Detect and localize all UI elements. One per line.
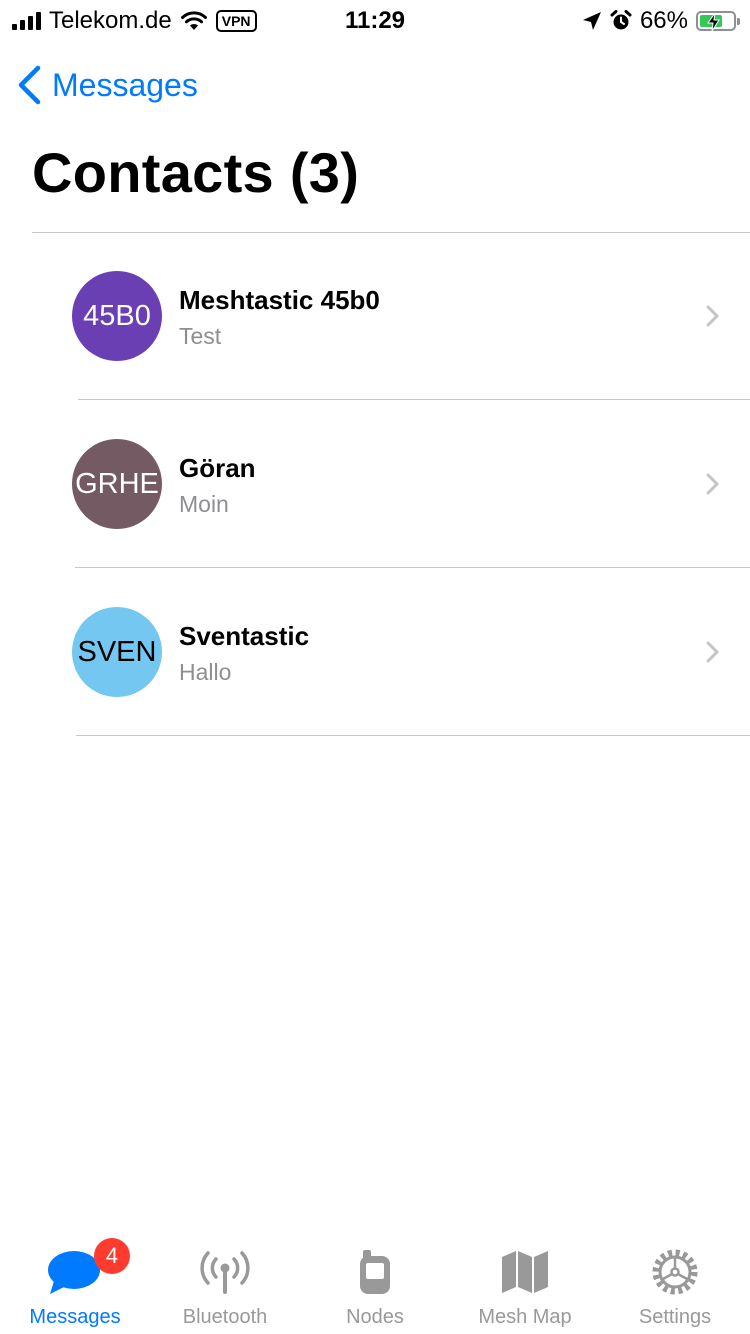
message-preview: Test (179, 323, 222, 349)
status-bar: Telekom.de VPN 11:29 66% (0, 0, 750, 40)
battery-charging-icon (696, 11, 740, 32)
message-preview: Moin (179, 491, 229, 517)
avatar: GRHE (72, 439, 162, 529)
status-bar-right: 66% (582, 6, 740, 36)
divider (76, 735, 750, 736)
chevron-right-icon (706, 641, 719, 663)
chevron-left-icon (18, 65, 41, 105)
tab-messages[interactable]: 4 Messages (0, 1234, 150, 1334)
avatar: 45B0 (72, 271, 162, 361)
contact-name: Sventastic (179, 621, 310, 651)
tab-bluetooth[interactable]: Bluetooth (150, 1234, 300, 1334)
tab-mesh-map[interactable]: Mesh Map (450, 1234, 600, 1334)
divider (78, 399, 750, 400)
tab-label: Messages (29, 1306, 121, 1328)
alarm-icon (610, 10, 632, 30)
contact-name: Göran (179, 453, 256, 483)
avatar: SVEN (72, 607, 162, 697)
contact-row[interactable]: GRHE Göran Moin (0, 401, 750, 568)
device-icon (345, 1246, 405, 1298)
gear-icon (645, 1246, 705, 1298)
tab-label: Nodes (346, 1306, 404, 1328)
battery-percentage: 66% (639, 7, 688, 34)
unread-badge: 4 (94, 1238, 130, 1274)
tab-label: Mesh Map (478, 1306, 572, 1328)
message-preview: Hallo (179, 659, 232, 685)
divider (75, 567, 750, 568)
location-arrow-icon (582, 12, 601, 30)
tab-bar: 4 Messages Bluetooth Nodes Mesh Map Sett… (0, 1234, 750, 1334)
tab-label: Bluetooth (182, 1306, 268, 1328)
tab-nodes[interactable]: Nodes (300, 1234, 450, 1334)
antenna-icon (195, 1246, 255, 1298)
contact-row[interactable]: SVEN Sventastic Hallo (0, 569, 750, 736)
contact-row[interactable]: 45B0 Meshtastic 45b0 Test (0, 233, 750, 400)
page-title: Contacts (3) (32, 141, 360, 204)
back-button[interactable]: Messages (16, 62, 198, 108)
back-button-label: Messages (52, 66, 198, 103)
chevron-right-icon (706, 305, 719, 327)
tab-label: Settings (638, 1306, 712, 1328)
chevron-right-icon (706, 473, 719, 495)
contact-name: Meshtastic 45b0 (179, 285, 380, 315)
map-icon (495, 1246, 555, 1298)
tab-settings[interactable]: Settings (600, 1234, 750, 1334)
